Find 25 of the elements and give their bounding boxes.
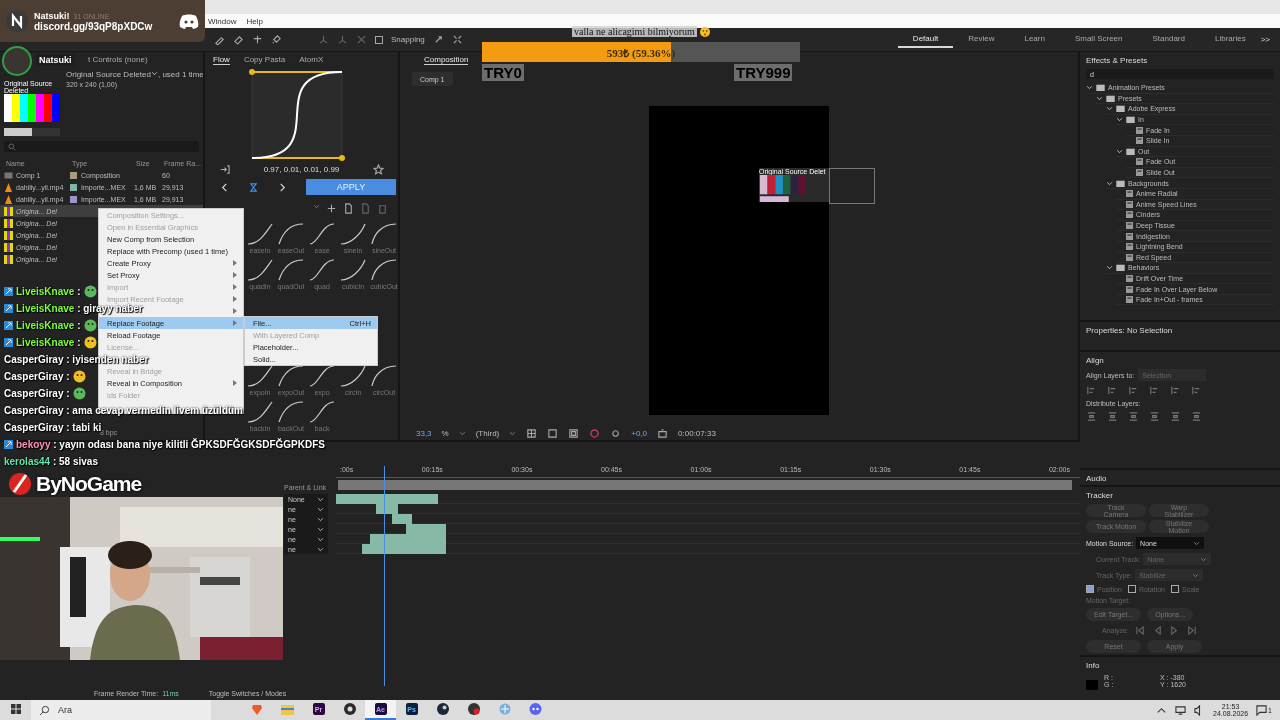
donation-title: valla ne alicagimi bilmiyorum [572,26,697,37]
panel-title: Properties: No Selection [1086,326,1174,335]
chat-message: LiveisKnave : [16,337,81,348]
chat-message: LiveisKnave : [16,286,81,297]
server-name: Natsuki! [34,10,70,21]
source-usage: , used 1 time [157,70,203,79]
chat-message: CasperGiray : [4,371,70,382]
panel-title: Align [1086,356,1105,365]
chat-message: bekoyy : yayın odası bana niye kilitli ĞPKSDFĞGKSDFĞGPKDFS [16,439,325,450]
zoom-unit: % [441,428,449,438]
chat-message: LiveisKnave : girayy naber [16,303,143,314]
brand-name: ByNoGame [36,472,142,496]
panel-title: Audio [1086,474,1108,483]
chat-message: LiveisKnave : [16,320,81,331]
goal-max: TRY999 [734,64,793,81]
panel-title: Tracker [1086,491,1114,500]
goal-min: TRY0 [482,64,524,81]
bezier-values: 0.97, 0.01, 0.01, 0.99 [263,165,340,174]
panel-title: Info [1086,661,1101,670]
panel-title: Effects & Presets [1086,56,1149,65]
avatar-name: Natsuki [36,54,75,66]
chat-message: kerolas44 : 58 sivas [4,456,98,467]
snapping-label: Snapping [391,35,425,44]
chat-message: CasperGiray : [4,388,70,399]
chat-message: CasperGiray : tabi ki [4,422,102,433]
